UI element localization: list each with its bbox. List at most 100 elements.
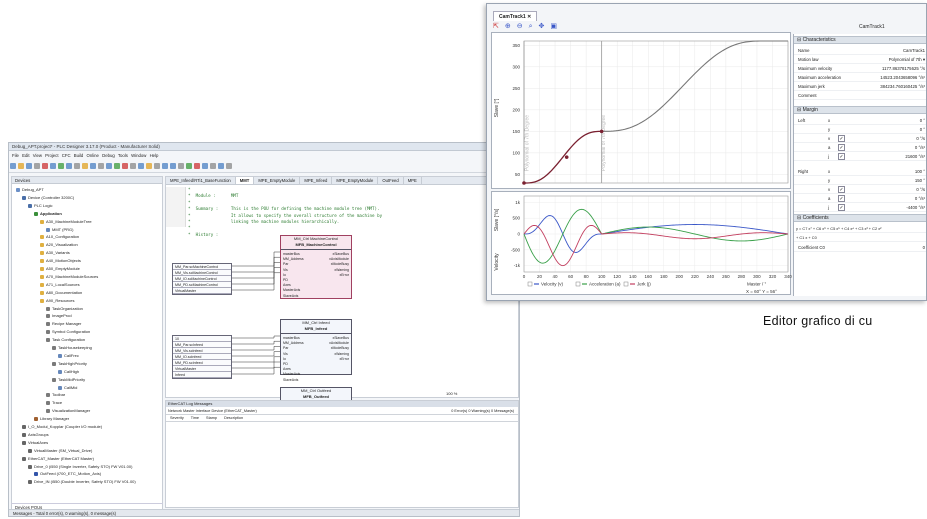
tree-item[interactable]: PLC Logic [28, 203, 52, 209]
toolbar-button[interactable] [226, 163, 232, 169]
toolbar-button[interactable] [162, 163, 168, 169]
tree-item[interactable]: TaskOrganization [46, 306, 83, 312]
tree-item[interactable]: AxisGroups [22, 432, 49, 438]
property-row[interactable]: Comment [794, 91, 926, 100]
toolbar-button[interactable] [82, 163, 88, 169]
property-row[interactable]: v ✓ 0 °/s [794, 134, 926, 143]
checkbox[interactable]: ✓ [838, 204, 845, 211]
checkbox[interactable]: ✓ [838, 144, 845, 151]
cursor-icon[interactable]: ⇱ [493, 22, 499, 32]
zoom-in-icon[interactable]: ⊕ [505, 22, 511, 32]
toolbar-button[interactable] [34, 163, 40, 169]
tree-item[interactable]: A40_MotionObjects [40, 258, 81, 264]
toolbar-button[interactable] [138, 163, 144, 169]
input-variables[interactable]: MM_Par.scMachineControl MM_Vis.scMachineC… [172, 263, 232, 295]
property-row[interactable]: j ✓ -4400 °/s³ [794, 203, 926, 212]
tree-item[interactable]: Library Manager [34, 416, 69, 422]
property-row[interactable]: y 0 ° [794, 125, 926, 134]
toolbar-button[interactable] [194, 163, 200, 169]
tree-item[interactable]: A30_MachineModuleTree [40, 219, 92, 225]
toolbar-button[interactable] [90, 163, 96, 169]
menu-bar[interactable]: File Edit View Project CFC Build Online … [9, 152, 519, 159]
tree-item[interactable]: A70_MachineModuleSources [40, 274, 98, 280]
property-row[interactable]: a ✓ 0 °/s² [794, 143, 926, 152]
toolbar-button[interactable] [98, 163, 104, 169]
property-row[interactable]: y 150 ° [794, 176, 926, 185]
tree-item[interactable]: A71_LocalSources [40, 282, 80, 288]
section-header[interactable]: ⊟ Coefficients [794, 214, 926, 222]
tree-item[interactable]: OutFeed (i700_ETC_Motion_Axis) [34, 471, 101, 477]
tree-item[interactable]: ImageProd [46, 313, 72, 319]
tree-item[interactable]: MMT (PRG) [46, 227, 73, 233]
tree-item[interactable]: Drive_IN (i550 (Double Inverter, Safety … [28, 479, 136, 485]
toolbar-button[interactable] [106, 163, 112, 169]
property-row[interactable]: Maximum velocity 1177.86378175625 °/s [794, 64, 926, 73]
toolbar-button[interactable] [130, 163, 136, 169]
property-row[interactable]: Left x 0 ° [794, 116, 926, 125]
tree-item[interactable]: Toolbar [46, 392, 65, 398]
toolbar-button[interactable] [154, 163, 160, 169]
checkbox[interactable]: ✓ [838, 186, 845, 193]
toolbar-button[interactable] [122, 163, 128, 169]
toolbar-button[interactable] [74, 163, 80, 169]
tree-item[interactable]: Application [34, 211, 62, 217]
toolbar-button[interactable] [10, 163, 16, 169]
velocity-plot[interactable]: 1k 500 0 -500 -1k Slave [°/s] Velocity 0 20 40 60 8… [491, 191, 792, 295]
property-row[interactable]: Coefficient C0 0 [794, 243, 926, 252]
tree-item[interactable]: A20_Visualization [40, 242, 78, 248]
tree-item[interactable]: VirtualAxes [22, 440, 48, 446]
toolbar-button[interactable] [50, 163, 56, 169]
tree-item[interactable]: CallFrec [58, 353, 79, 359]
cam-tab[interactable]: CamTrack1 ✕ [493, 11, 538, 21]
tree-item[interactable]: TaskHousekeeping [52, 345, 92, 351]
pan-icon[interactable]: ✥ [539, 22, 545, 32]
toolbar-button[interactable] [178, 163, 184, 169]
property-row[interactable]: Maximum acceleration 14523.2043658096 °/s… [794, 73, 926, 82]
toolbar-button[interactable] [146, 163, 152, 169]
message-source[interactable]: Network Master Interface Device (EtherCA… [168, 407, 257, 414]
property-row[interactable]: Name CamTrack1 [794, 46, 926, 55]
toolbar-button[interactable] [18, 163, 24, 169]
tree-item[interactable]: A50_EmptyModule [40, 266, 80, 272]
tree-item[interactable]: CallMid [58, 385, 77, 391]
toolbar-button[interactable] [186, 163, 192, 169]
function-block[interactable]: MM_Ctrl Infeed MFB_Infeed masterBus MM_Addr… [280, 319, 352, 382]
checkbox[interactable]: ✓ [838, 195, 845, 202]
tree-item[interactable]: Symbol Configuration [46, 329, 90, 335]
toolbar-button[interactable] [42, 163, 48, 169]
toolbar-button[interactable] [202, 163, 208, 169]
tree-item[interactable]: A10_Configuration [40, 234, 79, 240]
checkbox[interactable]: ✓ [838, 135, 845, 142]
tree-item[interactable]: Drive_0 (i550 (Single Inverter, Safety S… [28, 464, 132, 470]
tree-item[interactable]: Recipe Manager [46, 321, 81, 327]
toolbar-button[interactable] [114, 163, 120, 169]
property-row[interactable]: j ✓ 21600 °/s³ [794, 152, 926, 161]
property-row[interactable]: a ✓ 0 °/s² [794, 194, 926, 203]
tree-item[interactable]: A90_Resources [40, 298, 74, 304]
tree-item[interactable]: TaskMidPriority [52, 377, 85, 383]
function-block[interactable]: MM_Ctrl MachineControl MFB_MachineControl… [280, 235, 352, 299]
zoom-level[interactable]: 100 % [446, 390, 518, 397]
tree-item[interactable]: Debug_APT [16, 187, 44, 193]
toolbar-button[interactable] [58, 163, 64, 169]
message-counts[interactable]: 0 Error(s) 0 Warning(s) 0 Message(s) [451, 407, 514, 414]
section-header[interactable]: ⊟ Margin [794, 106, 926, 114]
tree-item[interactable]: A80_Documentation [40, 290, 82, 296]
tree-item[interactable]: VirtualMaster (SM_Virtual_Drive) [28, 448, 92, 454]
tree-item[interactable]: VisualizationManager [46, 408, 90, 414]
property-row[interactable]: Right x 100 ° [794, 167, 926, 176]
toolbar-button[interactable] [218, 163, 224, 169]
checkbox[interactable]: ✓ [838, 153, 845, 160]
tree-item[interactable]: TaskHighPriority [52, 361, 87, 367]
tree-item[interactable]: Task Configuration [46, 337, 85, 343]
tree-item[interactable]: Device (Controller 3200C) [22, 195, 74, 201]
section-header[interactable]: ⊟ Characteristics [794, 36, 926, 44]
position-plot[interactable]: 350 300 250 200 150 100 50 Slave [°] Polynomial … [491, 32, 791, 189]
toolbar-button[interactable] [170, 163, 176, 169]
property-row[interactable]: Maximum jerk 384234.760160425 °/s³ [794, 82, 926, 91]
toolbar-button[interactable] [210, 163, 216, 169]
zoom-fit-icon[interactable]: ⌕ [529, 22, 533, 32]
property-row[interactable]: v ✓ 0 °/s [794, 185, 926, 194]
tree-item[interactable]: EtherCAT_Master (EtherCAT Master) [22, 456, 94, 462]
tree-item[interactable]: Trace [46, 400, 62, 406]
